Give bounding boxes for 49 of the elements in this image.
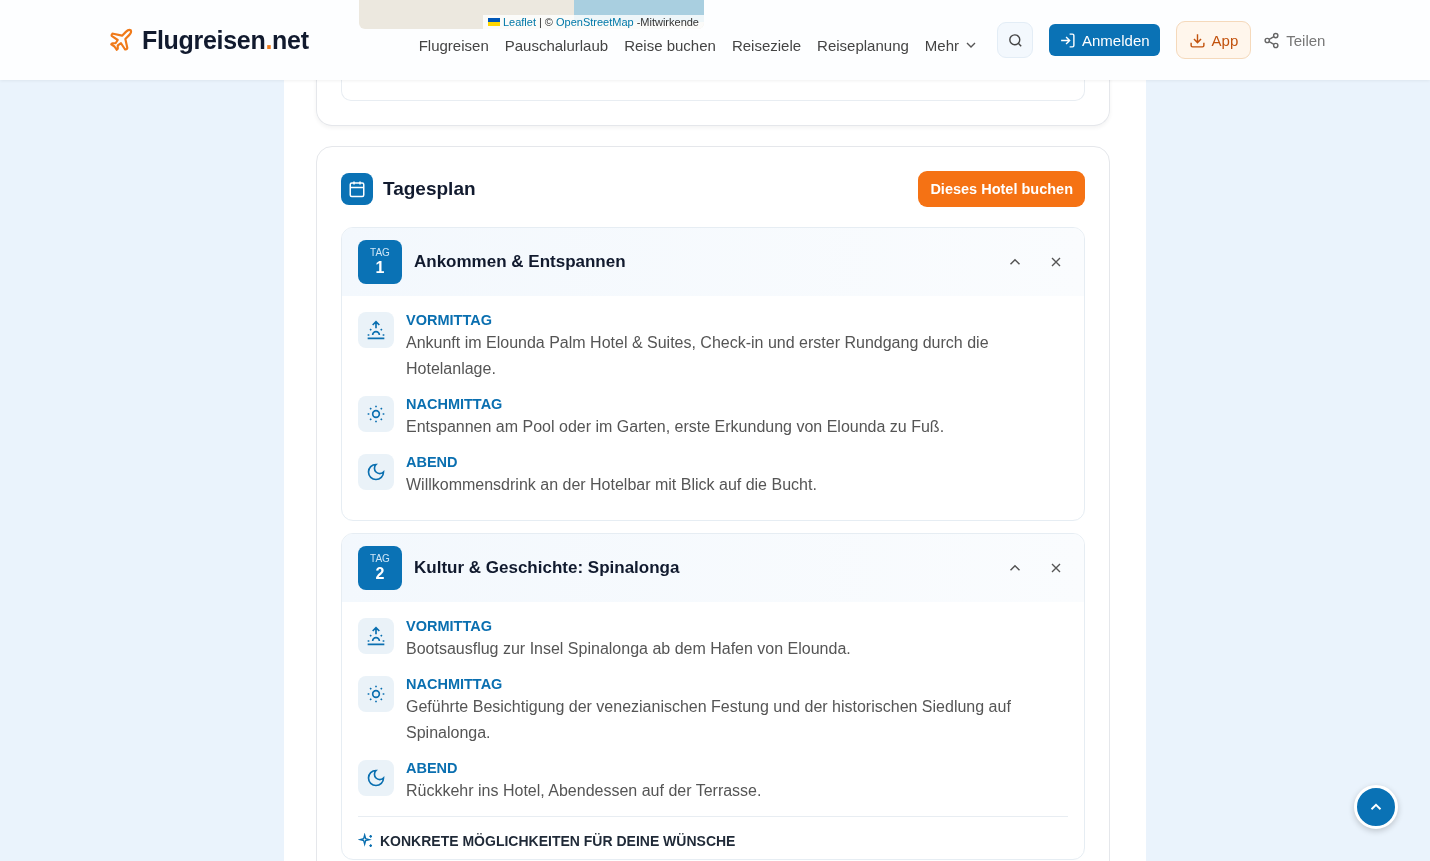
flag-icon xyxy=(487,18,500,26)
activity-text: Bootsausflug zur Insel Spinalonga ab dem Hafen von Elounda. xyxy=(406,639,852,659)
day-badge: TAG 2 xyxy=(358,546,402,590)
sunrise-icon xyxy=(366,320,386,340)
attribution-text: | © xyxy=(538,15,553,29)
attribution-text: -Mitwirkende xyxy=(636,15,699,29)
day-title: Ankommen & Entspannen xyxy=(414,252,627,272)
activity-text: Entspannen am Pool oder im Garten, erste Erkundung von Elounda zu Fuß. xyxy=(406,417,946,437)
activity-text: Geführte Besichtigung der venezianischen Festung und der historischen Siedlung auf Spinalonga. xyxy=(406,697,1012,743)
search-button[interactable] xyxy=(997,22,1033,58)
site-logo[interactable]: Flugreisen.net xyxy=(142,25,309,55)
attribution-link[interactable]: Leaflet xyxy=(502,15,536,29)
nav-link[interactable]: Pauschalurlaub xyxy=(504,36,609,54)
moon-icon xyxy=(366,462,386,482)
scroll-to-top-button[interactable] xyxy=(1354,785,1398,829)
time-of-day-label: ABEND xyxy=(406,759,459,778)
sunrise-icon xyxy=(366,626,386,646)
activity-text: Ankunft im Elounda Palm Hotel & Suites, Check-in und erster Rundgang durch die Hotelanlage. xyxy=(406,333,990,379)
airplane-icon xyxy=(108,27,134,53)
download-icon xyxy=(1188,31,1206,49)
day-title: Kultur & Geschichte: Spinalonga xyxy=(414,558,681,578)
sun-icon xyxy=(366,404,386,424)
login-button[interactable]: Anmelden xyxy=(1049,24,1160,56)
map-placeholder[interactable]: Leaflet | © OpenStreetMap -Mitwirkende xyxy=(359,0,704,29)
time-of-day-label: NACHMITTAG xyxy=(406,395,504,414)
nav-link[interactable]: Reiseplanung xyxy=(817,36,909,54)
activity-text: Willkommensdrink an der Hotelbar mit Blick auf die Bucht. xyxy=(406,475,818,495)
section-title: Tagesplan xyxy=(383,178,477,200)
nav-link[interactable]: Reiseziele xyxy=(731,36,802,54)
share-button[interactable]: Teilen xyxy=(1257,30,1332,50)
nav-link[interactable]: Reise buchen xyxy=(624,36,716,54)
share-icon xyxy=(1263,31,1281,49)
wishes-heading: KONKRETE MÖGLICHKEITEN FÜR DEINE WÜNSCHE xyxy=(380,833,736,849)
app-download-button[interactable]: App xyxy=(1175,21,1252,59)
time-of-day-label: NACHMITTAG xyxy=(406,675,504,694)
search-icon xyxy=(1006,31,1024,49)
time-of-day-label: ABEND xyxy=(406,453,459,472)
sun-icon xyxy=(366,684,386,704)
activity-text: Rückkehr ins Hotel, Abendessen auf der Terrasse. xyxy=(406,781,763,801)
more-menu[interactable]: Mehr xyxy=(924,36,979,54)
nav-link[interactable]: Flugreisen xyxy=(418,36,489,54)
day-badge: TAG 1 xyxy=(358,240,402,284)
calendar-icon xyxy=(341,173,373,205)
time-of-day-label: VORMITTAG xyxy=(406,311,493,330)
time-of-day-label: VORMITTAG xyxy=(406,617,493,636)
login-icon xyxy=(1059,31,1076,49)
moon-icon xyxy=(366,768,386,788)
attribution-link[interactable]: OpenStreetMap xyxy=(556,15,634,29)
sparkles-icon xyxy=(358,833,374,849)
